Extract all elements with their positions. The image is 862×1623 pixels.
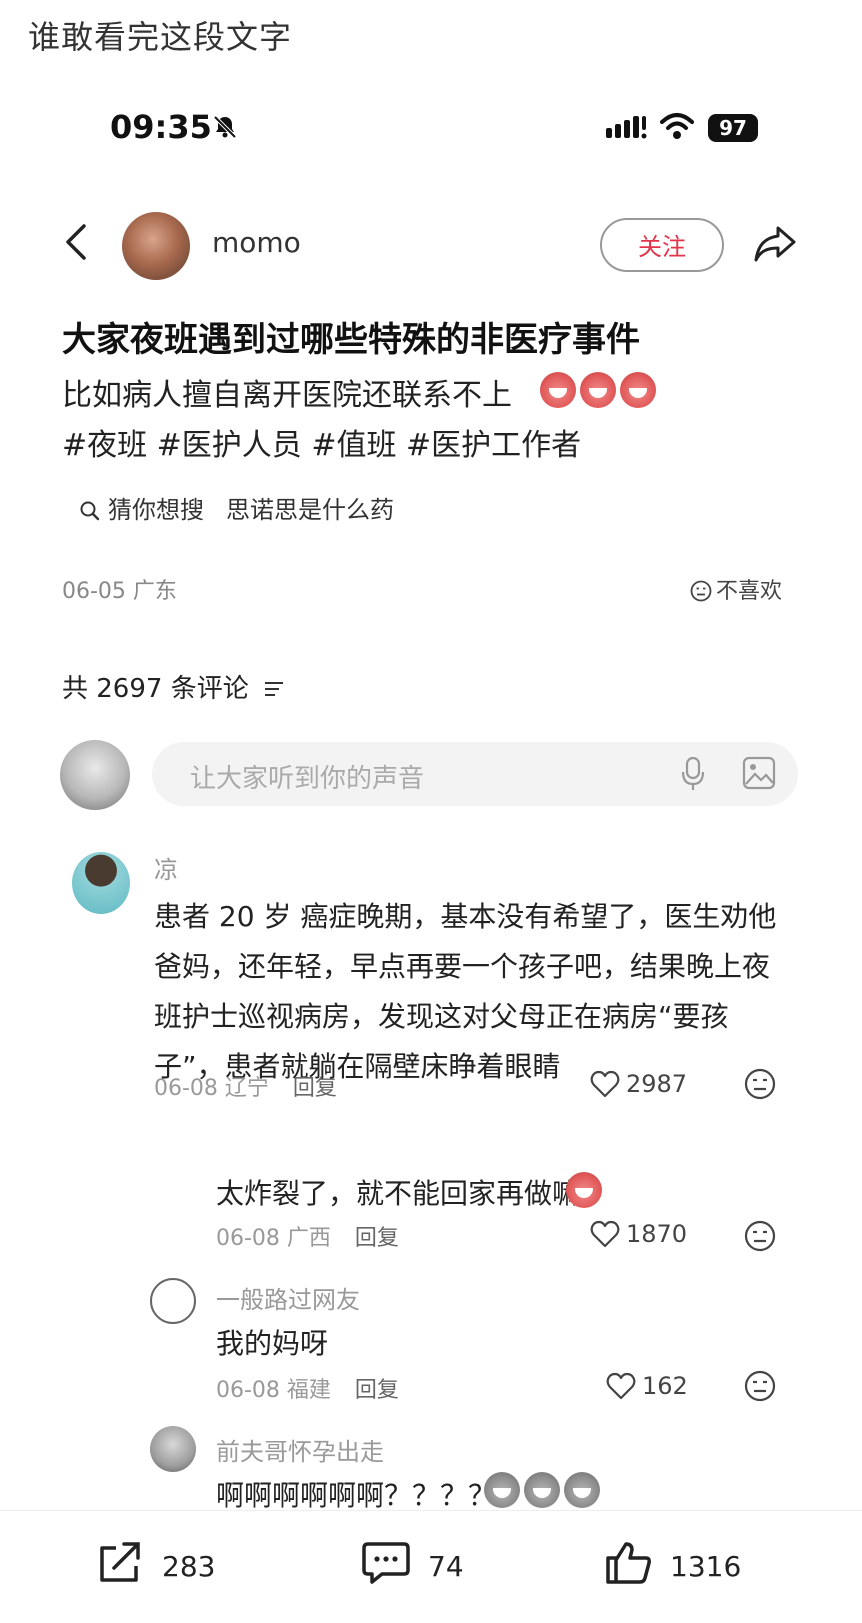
post-body: 比如病人擅自离开医院还联系不上 [62,378,512,413]
like-count: 162 [642,1372,688,1400]
wifi-icon [660,113,694,139]
comment-count-label: 共 2697 条评论 [62,674,249,704]
reply-emoji-row [566,1172,606,1208]
frown-face-icon [690,580,712,602]
author-avatar[interactable] [122,212,190,280]
heart-icon [590,1070,620,1098]
comment-count[interactable]: 共 2697 条评论 [62,668,285,705]
signal-icon [606,116,647,139]
reply-date-location: 06-08 广西 [216,1226,331,1251]
search-suggestion-prefix: 猜你想搜 [108,496,204,524]
frown-face-icon[interactable] [744,1370,776,1402]
search-icon [80,501,100,521]
sort-icon [264,682,283,696]
battery-indicator: 97 [708,114,758,142]
like-count: 1870 [626,1220,688,1248]
heart-icon [606,1372,636,1400]
comment-action-count: 74 [428,1550,464,1583]
grey-face-emoji-icon [484,1472,520,1508]
reply-button[interactable]: 回复 [355,1226,399,1251]
reply-meta: 06-08 福建 回复 [216,1372,399,1404]
dislike-button[interactable]: 不喜欢 [690,573,782,605]
share-arrow-icon [100,1542,140,1582]
share-icon[interactable] [752,222,798,266]
comment-action[interactable]: 74 [362,1540,464,1584]
reply-like-button[interactable]: 1870 [590,1220,687,1248]
follow-button[interactable]: 关注 [600,218,724,272]
search-suggestion-keyword[interactable]: 思诺思是什么药 [226,496,394,524]
reply-emoji-row [484,1472,604,1508]
crying-emoji-icon [540,372,576,408]
microphone-icon[interactable] [680,756,706,792]
search-suggestion[interactable]: 猜你想搜 思诺思是什么药 [80,490,394,525]
reply-button[interactable]: 回复 [355,1378,399,1403]
share-action[interactable]: 283 [96,1540,215,1584]
comment-like-button[interactable]: 2987 [590,1070,687,1098]
reply-date-location: 06-08 福建 [216,1378,331,1403]
back-arrow-icon[interactable] [62,222,90,262]
grey-face-emoji-icon [564,1472,600,1508]
thumbs-up-icon [606,1542,651,1584]
comment-text: 患者 20 岁 癌症晚期，基本没有希望了，医生劝他爸妈，还年轻，早点再要一个孩子… [154,900,777,1083]
reply-text: 太炸裂了，就不能回家再做嘛 [216,1177,581,1210]
reply-avatar[interactable] [150,1278,196,1324]
post-emoji-row [540,372,660,408]
grey-face-emoji-icon [524,1472,560,1508]
comment-input-placeholder[interactable]: 让大家听到你的声音 [190,758,424,795]
post-date-location: 06-05 广东 [62,579,177,604]
reply-meta: 06-08 广西 回复 [216,1220,399,1252]
comment-avatar[interactable] [72,852,130,914]
screenshot-caption: 谁敢看完这段文字 [28,18,293,56]
crying-emoji-icon [620,372,656,408]
comment-date-location: 06-08 辽宁 [154,1076,269,1101]
author-name[interactable]: momo [212,226,301,259]
crying-emoji-icon [580,372,616,408]
bell-muted-icon [213,115,237,139]
comment-meta: 06-08 辽宁 回复 [154,1070,337,1102]
status-time: 09:35 [110,108,212,146]
dislike-label: 不喜欢 [716,579,783,604]
frown-face-icon[interactable] [744,1068,776,1100]
reply-author-name[interactable]: 一般路过网友 [216,1280,360,1315]
like-action[interactable]: 1316 [604,1540,741,1584]
reply-text: 啊啊啊啊啊啊？？？？？ [216,1479,525,1512]
reply-author-name[interactable]: 前夫哥怀孕出走 [216,1432,384,1467]
share-count: 283 [162,1550,216,1583]
reply-button[interactable]: 回复 [293,1076,337,1101]
comment-bubble-icon [362,1542,410,1584]
like-count: 2987 [626,1070,688,1098]
crying-emoji-icon [566,1172,602,1208]
image-icon[interactable] [742,756,776,790]
reply-text: 我的妈呀 [216,1327,329,1360]
heart-icon [590,1220,620,1248]
reply-like-button[interactable]: 162 [606,1372,688,1400]
frown-face-icon[interactable] [744,1220,776,1252]
post-title: 大家夜班遇到过哪些特殊的非医疗事件 [62,320,640,360]
reply-avatar[interactable] [150,1426,196,1472]
post-tags[interactable]: #夜班 #医护人员 #值班 #医护工作者 [62,420,581,464]
my-avatar [60,740,130,810]
like-action-count: 1316 [670,1550,742,1583]
comment-author-name[interactable]: 凉 [154,850,178,885]
